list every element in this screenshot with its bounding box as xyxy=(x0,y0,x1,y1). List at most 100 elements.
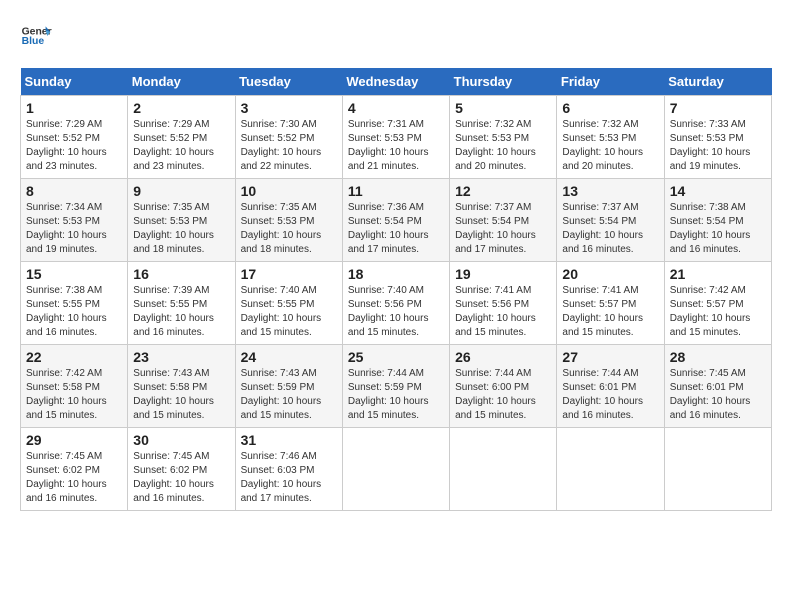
calendar-cell: 17 Sunrise: 7:40 AMSunset: 5:55 PMDayligh… xyxy=(235,262,342,345)
day-number: 28 xyxy=(670,349,766,365)
calendar-cell: 16 Sunrise: 7:39 AMSunset: 5:55 PMDayligh… xyxy=(128,262,235,345)
calendar-table: SundayMondayTuesdayWednesdayThursdayFrid… xyxy=(20,68,772,511)
dow-header-tuesday: Tuesday xyxy=(235,68,342,96)
day-number: 19 xyxy=(455,266,551,282)
day-info: Sunrise: 7:44 AMSunset: 6:01 PMDaylight:… xyxy=(562,367,658,423)
day-number: 20 xyxy=(562,266,658,282)
day-info: Sunrise: 7:33 AMSunset: 5:53 PMDaylight:… xyxy=(670,118,766,174)
calendar-week-4: 22Sunrise: 7:42 AMSunset: 5:58 PMDayligh… xyxy=(21,345,772,428)
day-info: Sunrise: 7:32 AMSunset: 5:53 PMDaylight:… xyxy=(455,118,551,174)
calendar-cell: 22Sunrise: 7:42 AMSunset: 5:58 PMDayligh… xyxy=(21,345,128,428)
day-info: Sunrise: 7:43 AMSunset: 5:59 PMDaylight:… xyxy=(241,367,337,423)
day-info: Sunrise: 7:35 AMSunset: 5:53 PMDaylight:… xyxy=(133,201,229,257)
day-number: 6 xyxy=(562,100,658,116)
calendar-cell: 10 Sunrise: 7:35 AMSunset: 5:53 PMDayligh… xyxy=(235,179,342,262)
calendar-cell: 12Sunrise: 7:37 AMSunset: 5:54 PMDayligh… xyxy=(450,179,557,262)
calendar-week-3: 15 Sunrise: 7:38 AMSunset: 5:55 PMDayligh… xyxy=(21,262,772,345)
day-number: 23 xyxy=(133,349,229,365)
day-info: Sunrise: 7:35 AMSunset: 5:53 PMDaylight:… xyxy=(241,201,337,257)
day-info: Sunrise: 7:45 AMSunset: 6:02 PMDaylight:… xyxy=(133,450,229,506)
calendar-cell: 18Sunrise: 7:40 AMSunset: 5:56 PMDayligh… xyxy=(342,262,449,345)
day-info: Sunrise: 7:30 AMSunset: 5:52 PMDaylight:… xyxy=(241,118,337,174)
calendar-cell: 31 Sunrise: 7:46 AMSunset: 6:03 PMDayligh… xyxy=(235,428,342,511)
dow-header-wednesday: Wednesday xyxy=(342,68,449,96)
calendar-cell xyxy=(342,428,449,511)
day-info: Sunrise: 7:39 AMSunset: 5:55 PMDaylight:… xyxy=(133,284,229,340)
calendar-cell: 4Sunrise: 7:31 AMSunset: 5:53 PMDaylight… xyxy=(342,96,449,179)
day-number: 18 xyxy=(348,266,444,282)
calendar-cell xyxy=(450,428,557,511)
svg-text:Blue: Blue xyxy=(22,36,45,47)
day-number: 2 xyxy=(133,100,229,116)
dow-header-friday: Friday xyxy=(557,68,664,96)
day-info: Sunrise: 7:45 AMSunset: 6:02 PMDaylight:… xyxy=(26,450,122,506)
day-number: 26 xyxy=(455,349,551,365)
day-info: Sunrise: 7:36 AMSunset: 5:54 PMDaylight:… xyxy=(348,201,444,257)
day-info: Sunrise: 7:43 AMSunset: 5:58 PMDaylight:… xyxy=(133,367,229,423)
calendar-cell: 11 Sunrise: 7:36 AMSunset: 5:54 PMDayligh… xyxy=(342,179,449,262)
day-number: 25 xyxy=(348,349,444,365)
calendar-cell: 19 Sunrise: 7:41 AMSunset: 5:56 PMDayligh… xyxy=(450,262,557,345)
day-number: 8 xyxy=(26,183,122,199)
day-number: 12 xyxy=(455,183,551,199)
day-info: Sunrise: 7:44 AMSunset: 6:00 PMDaylight:… xyxy=(455,367,551,423)
day-info: Sunrise: 7:32 AMSunset: 5:53 PMDaylight:… xyxy=(562,118,658,174)
day-info: Sunrise: 7:29 AMSunset: 5:52 PMDaylight:… xyxy=(133,118,229,174)
calendar-cell: 13Sunrise: 7:37 AMSunset: 5:54 PMDayligh… xyxy=(557,179,664,262)
calendar-week-5: 29 Sunrise: 7:45 AMSunset: 6:02 PMDayligh… xyxy=(21,428,772,511)
day-number: 30 xyxy=(133,432,229,448)
calendar-cell: 6 Sunrise: 7:32 AMSunset: 5:53 PMDaylight… xyxy=(557,96,664,179)
calendar-cell: 20 Sunrise: 7:41 AMSunset: 5:57 PMDayligh… xyxy=(557,262,664,345)
day-info: Sunrise: 7:46 AMSunset: 6:03 PMDaylight:… xyxy=(241,450,337,506)
day-number: 16 xyxy=(133,266,229,282)
calendar-cell: 7 Sunrise: 7:33 AMSunset: 5:53 PMDaylight… xyxy=(664,96,771,179)
day-number: 31 xyxy=(241,432,337,448)
day-number: 5 xyxy=(455,100,551,116)
day-info: Sunrise: 7:38 AMSunset: 5:54 PMDaylight:… xyxy=(670,201,766,257)
day-number: 15 xyxy=(26,266,122,282)
day-number: 7 xyxy=(670,100,766,116)
calendar-cell: 30 Sunrise: 7:45 AMSunset: 6:02 PMDayligh… xyxy=(128,428,235,511)
calendar-cell xyxy=(664,428,771,511)
day-number: 29 xyxy=(26,432,122,448)
day-number: 10 xyxy=(241,183,337,199)
calendar-cell: 5 Sunrise: 7:32 AMSunset: 5:53 PMDaylight… xyxy=(450,96,557,179)
day-info: Sunrise: 7:41 AMSunset: 5:57 PMDaylight:… xyxy=(562,284,658,340)
calendar-cell: 21 Sunrise: 7:42 AMSunset: 5:57 PMDayligh… xyxy=(664,262,771,345)
day-number: 24 xyxy=(241,349,337,365)
calendar-cell: 29 Sunrise: 7:45 AMSunset: 6:02 PMDayligh… xyxy=(21,428,128,511)
day-number: 11 xyxy=(348,183,444,199)
day-info: Sunrise: 7:34 AMSunset: 5:53 PMDaylight:… xyxy=(26,201,122,257)
calendar-cell: 23 Sunrise: 7:43 AMSunset: 5:58 PMDayligh… xyxy=(128,345,235,428)
day-info: Sunrise: 7:29 AMSunset: 5:52 PMDaylight:… xyxy=(26,118,122,174)
calendar-cell: 1 Sunrise: 7:29 AMSunset: 5:52 PMDaylight… xyxy=(21,96,128,179)
day-number: 17 xyxy=(241,266,337,282)
logo-icon: General Blue xyxy=(20,20,52,52)
day-info: Sunrise: 7:31 AMSunset: 5:53 PMDaylight:… xyxy=(348,118,444,174)
dow-header-sunday: Sunday xyxy=(21,68,128,96)
calendar-week-1: 1 Sunrise: 7:29 AMSunset: 5:52 PMDaylight… xyxy=(21,96,772,179)
day-number: 27 xyxy=(562,349,658,365)
dow-header-saturday: Saturday xyxy=(664,68,771,96)
day-info: Sunrise: 7:41 AMSunset: 5:56 PMDaylight:… xyxy=(455,284,551,340)
calendar-cell: 2 Sunrise: 7:29 AMSunset: 5:52 PMDaylight… xyxy=(128,96,235,179)
calendar-cell: 27 Sunrise: 7:44 AMSunset: 6:01 PMDayligh… xyxy=(557,345,664,428)
day-info: Sunrise: 7:42 AMSunset: 5:57 PMDaylight:… xyxy=(670,284,766,340)
calendar-cell: 15 Sunrise: 7:38 AMSunset: 5:55 PMDayligh… xyxy=(21,262,128,345)
calendar-week-2: 8 Sunrise: 7:34 AMSunset: 5:53 PMDaylight… xyxy=(21,179,772,262)
calendar-cell: 24 Sunrise: 7:43 AMSunset: 5:59 PMDayligh… xyxy=(235,345,342,428)
calendar-cell: 25Sunrise: 7:44 AMSunset: 5:59 PMDayligh… xyxy=(342,345,449,428)
calendar-cell: 26 Sunrise: 7:44 AMSunset: 6:00 PMDayligh… xyxy=(450,345,557,428)
logo: General Blue xyxy=(20,20,52,52)
day-info: Sunrise: 7:40 AMSunset: 5:55 PMDaylight:… xyxy=(241,284,337,340)
day-info: Sunrise: 7:37 AMSunset: 5:54 PMDaylight:… xyxy=(562,201,658,257)
day-info: Sunrise: 7:38 AMSunset: 5:55 PMDaylight:… xyxy=(26,284,122,340)
day-number: 14 xyxy=(670,183,766,199)
calendar-cell: 3 Sunrise: 7:30 AMSunset: 5:52 PMDaylight… xyxy=(235,96,342,179)
day-number: 9 xyxy=(133,183,229,199)
calendar-cell xyxy=(557,428,664,511)
day-number: 3 xyxy=(241,100,337,116)
calendar-cell: 8 Sunrise: 7:34 AMSunset: 5:53 PMDaylight… xyxy=(21,179,128,262)
day-number: 1 xyxy=(26,100,122,116)
day-number: 21 xyxy=(670,266,766,282)
